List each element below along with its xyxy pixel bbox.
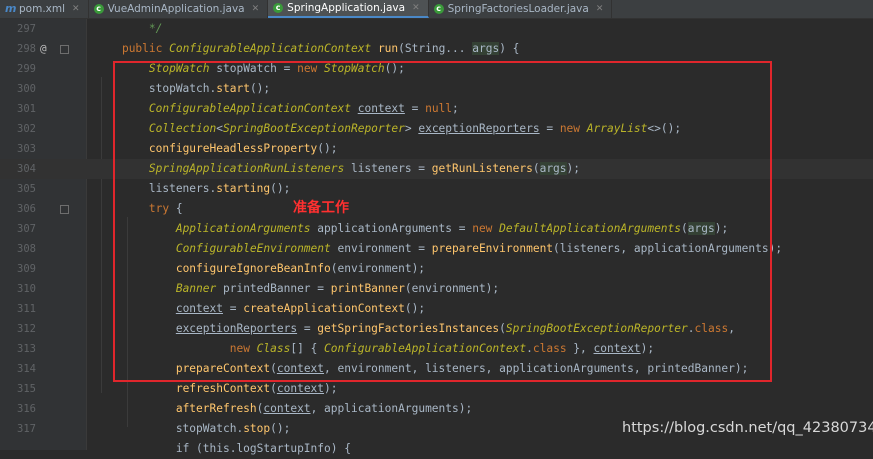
tab-0[interactable]: m pom.xml ✕: [0, 0, 89, 18]
line-number: 309: [17, 263, 36, 275]
code-token: public: [121, 42, 170, 55]
code-token: (String...: [398, 42, 473, 55]
line-number: 313: [17, 343, 36, 355]
line-number: 301: [17, 103, 36, 115]
code-text: refreshContext(context);: [95, 379, 338, 399]
close-icon[interactable]: ✕: [596, 4, 604, 14]
code-token: if (this.logStartupInfo) {: [175, 442, 351, 455]
line-number: 308: [17, 243, 36, 255]
code-token: ();: [270, 422, 291, 435]
line-number: [6, 439, 36, 459]
code-token: , applicationArguments);: [310, 402, 473, 415]
line-number: 311: [17, 303, 36, 315]
fold-icon[interactable]: [60, 205, 69, 214]
line-number: 305: [17, 183, 36, 195]
editor-tab-bar: m pom.xml ✕ c VueAdminApplication.java ✕ c Spri…: [0, 0, 873, 19]
line-number: 314: [17, 363, 36, 375]
code-token: stop: [243, 422, 271, 435]
close-icon[interactable]: ✕: [72, 4, 80, 14]
code-token: );: [324, 382, 338, 395]
tab-label: VueAdminApplication.java: [107, 3, 245, 15]
code-token: */: [95, 22, 163, 35]
tab-label: SpringFactoriesLoader.java: [447, 3, 589, 15]
code-token: context: [276, 382, 325, 395]
line-number: 303: [17, 143, 36, 155]
code-token: ConfigurableApplicationContext: [169, 42, 372, 55]
line-number: 302: [17, 123, 36, 135]
code-token: afterRefresh: [175, 402, 257, 415]
fold-icon[interactable]: [60, 45, 69, 54]
java-class-icon: c: [93, 4, 104, 14]
override-marker-icon[interactable]: @: [40, 39, 47, 59]
line-number: 316: [17, 403, 36, 415]
line-number: 304: [17, 163, 36, 175]
code-text: if (this.logStartupInfo) {: [95, 439, 351, 459]
code-token: (: [270, 382, 277, 395]
line-number: 297: [17, 23, 36, 35]
code-token: context: [263, 402, 311, 415]
code-text: public ConfigurableApplicationContext ru…: [95, 39, 519, 59]
maven-icon: m: [5, 2, 17, 15]
tab-3[interactable]: c SpringFactoriesLoader.java ✕: [429, 0, 613, 18]
line-number: 306: [17, 203, 36, 215]
close-icon[interactable]: ✕: [412, 3, 420, 13]
tab-2[interactable]: c SpringApplication.java ✕: [268, 0, 429, 18]
line-number: 315: [17, 383, 36, 395]
line-number: 312: [17, 323, 36, 335]
tab-label: SpringApplication.java: [287, 2, 406, 14]
tab-1[interactable]: c VueAdminApplication.java ✕: [89, 0, 269, 18]
code-token: args: [472, 42, 500, 55]
tab-label: pom.xml: [19, 3, 66, 15]
code-line[interactable]: if (this.logStartupInfo) {: [0, 439, 873, 459]
code-text: afterRefresh(context, applicationArgumen…: [95, 399, 472, 419]
code-token: run: [377, 42, 399, 55]
watermark: https://blog.csdn.net/qq_42380734: [622, 420, 873, 436]
code-line[interactable]: 316 afterRefresh(context, applicationArg…: [0, 399, 873, 419]
code-token: stopWatch.: [95, 422, 244, 435]
annotation-label: 准备工作: [293, 200, 349, 216]
code-line[interactable]: 297 */: [0, 19, 873, 39]
code-token: ) {: [499, 42, 520, 55]
line-number: 317: [17, 423, 36, 435]
code-text: stopWatch.stop();: [95, 419, 291, 439]
java-class-icon: c: [433, 4, 444, 14]
code-token: refreshContext: [175, 382, 271, 395]
line-number: 300: [17, 83, 36, 95]
line-number: 299: [17, 63, 36, 75]
line-number: 310: [17, 283, 36, 295]
highlight-box: [113, 61, 772, 382]
java-class-icon: c: [273, 3, 284, 13]
line-number: 298: [17, 43, 36, 55]
code-line[interactable]: 298 @ public ConfigurableApplicationConte…: [0, 39, 873, 59]
close-icon[interactable]: ✕: [252, 4, 260, 14]
code-line[interactable]: 315 refreshContext(context);: [0, 379, 873, 399]
code-text: */: [95, 19, 162, 39]
line-number: 307: [17, 223, 36, 235]
